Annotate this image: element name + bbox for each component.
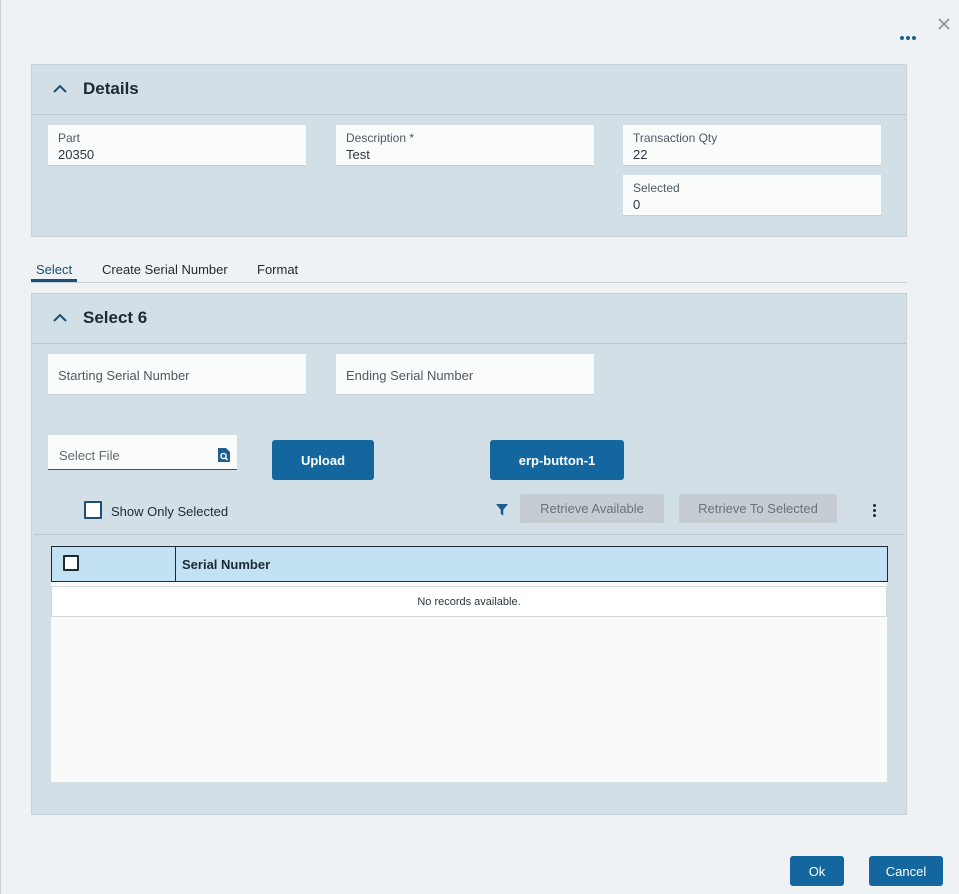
- active-tab-indicator: [31, 279, 77, 282]
- cancel-button[interactable]: Cancel: [869, 856, 943, 886]
- details-panel-header[interactable]: Details: [32, 65, 906, 115]
- filter-icon[interactable]: [495, 503, 509, 517]
- show-only-selected-label: Show Only Selected: [111, 504, 229, 519]
- select-file-input[interactable]: Select File: [48, 435, 237, 470]
- transaction-qty-value: 22: [633, 147, 648, 162]
- select-panel-title: Select 6: [83, 308, 148, 327]
- erp-button-1[interactable]: erp-button-1: [490, 440, 624, 480]
- select-panel-header[interactable]: Select 6: [32, 294, 906, 344]
- serial-number-column-header[interactable]: Serial Number: [182, 557, 270, 572]
- selected-label: Selected: [633, 181, 680, 195]
- ending-serial-number-placeholder: Ending Serial Number: [346, 368, 474, 383]
- selected-field[interactable]: Selected 0: [623, 175, 881, 216]
- transaction-qty-label: Transaction Qty: [633, 131, 718, 145]
- description-field[interactable]: Description * Test: [336, 125, 594, 166]
- window-edge: [0, 0, 1, 894]
- tab-create-serial-number[interactable]: Create Serial Number: [102, 262, 228, 277]
- chevron-up-icon[interactable]: [52, 312, 68, 324]
- select-file-placeholder: Select File: [59, 448, 120, 463]
- description-value: Test: [346, 147, 370, 162]
- starting-serial-number-placeholder: Starting Serial Number: [58, 368, 190, 383]
- tab-select[interactable]: Select: [36, 262, 72, 277]
- starting-serial-number-input[interactable]: Starting Serial Number: [48, 354, 306, 395]
- part-field[interactable]: Part 20350: [48, 125, 306, 166]
- tab-format[interactable]: Format: [257, 262, 298, 277]
- upload-button[interactable]: Upload: [272, 440, 374, 480]
- part-value: 20350: [58, 147, 95, 162]
- no-records-message: No records available.: [51, 586, 887, 617]
- chevron-up-icon[interactable]: [52, 83, 68, 95]
- grid-column-separator: [175, 546, 176, 582]
- part-label: Part: [58, 131, 81, 145]
- show-only-selected-checkbox[interactable]: [84, 501, 102, 519]
- kebab-menu-icon[interactable]: [870, 503, 878, 519]
- more-options-icon[interactable]: [898, 30, 918, 46]
- transaction-qty-field[interactable]: Transaction Qty 22: [623, 125, 881, 166]
- select-all-checkbox[interactable]: [63, 555, 79, 571]
- selected-value: 0: [633, 197, 641, 212]
- tabs-divider: [31, 282, 907, 283]
- ok-button[interactable]: Ok: [790, 856, 844, 886]
- toolbar-divider: [34, 534, 904, 535]
- close-icon[interactable]: [934, 14, 954, 34]
- ending-serial-number-input[interactable]: Ending Serial Number: [336, 354, 594, 395]
- file-search-icon[interactable]: [217, 447, 231, 463]
- retrieve-to-selected-button[interactable]: Retrieve To Selected: [679, 494, 837, 523]
- details-panel-title: Details: [83, 79, 139, 98]
- description-label: Description *: [346, 131, 415, 145]
- retrieve-available-button[interactable]: Retrieve Available: [520, 494, 664, 523]
- grid-header-row: [51, 546, 888, 582]
